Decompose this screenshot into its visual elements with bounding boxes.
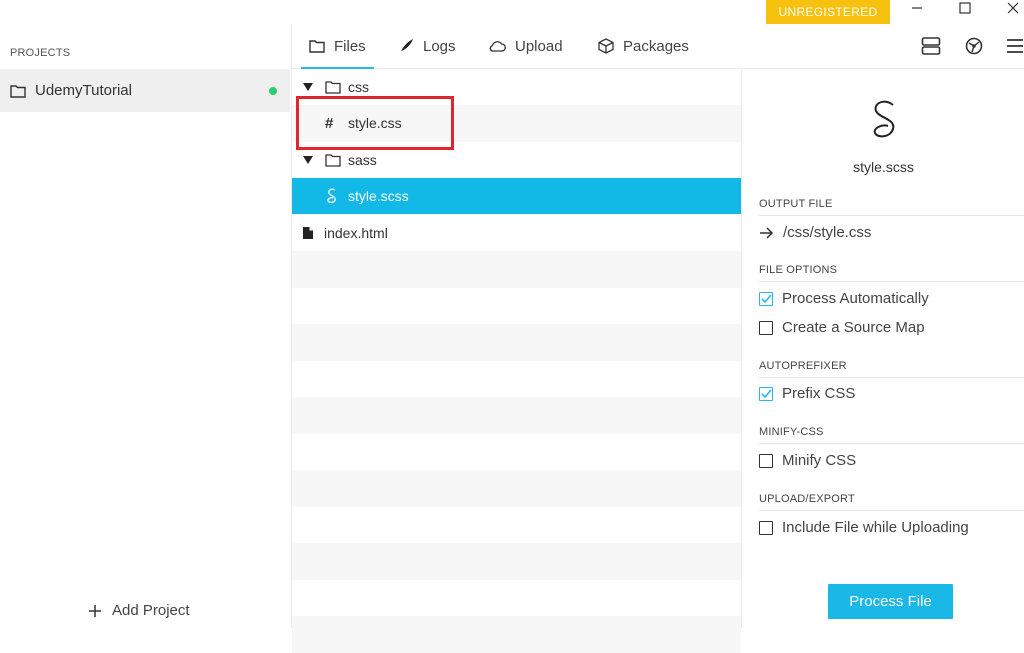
cloud-icon: [489, 41, 506, 52]
option-label: Prefix CSS: [782, 385, 856, 402]
tree-file-index-html[interactable]: index.html: [292, 215, 741, 251]
file-name: style.scss: [853, 159, 914, 175]
tab-logs[interactable]: Logs: [398, 24, 456, 68]
divider: [759, 281, 1024, 282]
tab-label: Upload: [515, 37, 563, 55]
checkbox-checked-icon: [759, 291, 773, 306]
option-label: Minify CSS: [782, 452, 857, 469]
section-output-file: OUTPUT FILE: [759, 198, 833, 210]
maximize-icon: [959, 2, 971, 14]
folder-icon: [10, 85, 26, 98]
include-upload-checkbox[interactable]: Include File while Uploading: [759, 519, 969, 536]
source-map-checkbox[interactable]: Create a Source Map: [759, 319, 925, 336]
section-upload-export: UPLOAD/EXPORT: [759, 493, 855, 505]
prefix-css-checkbox[interactable]: Prefix CSS: [759, 385, 855, 402]
minimize-icon: [912, 7, 922, 9]
checkbox-icon: [759, 320, 773, 335]
file-icon: [303, 227, 313, 239]
tree-stripe: [292, 251, 741, 288]
plus-icon: [89, 604, 101, 617]
folder-icon: [309, 40, 325, 53]
folder-icon: [325, 154, 341, 167]
projects-heading: PROJECTS: [10, 47, 71, 59]
tree-stripe: [292, 470, 741, 507]
tree-stripe: [292, 397, 741, 434]
option-label: Process Automatically: [782, 290, 929, 307]
arrow-right-icon: [760, 226, 774, 239]
minify-css-checkbox[interactable]: Minify CSS: [759, 452, 856, 469]
sass-icon: [873, 100, 895, 138]
quill-icon: [400, 39, 413, 53]
tree-file-style-scss[interactable]: style.scss: [292, 178, 741, 214]
tab-packages[interactable]: Packages: [598, 24, 689, 68]
tab-bar: Files Logs Upload Packages: [292, 24, 1024, 69]
divider: [759, 510, 1024, 511]
option-label: Create a Source Map: [782, 319, 925, 336]
close-icon: [1007, 2, 1019, 14]
file-details-panel: style.scss OUTPUT FILE /css/style.css FI…: [741, 69, 1024, 628]
checkbox-icon: [759, 453, 773, 468]
process-automatically-checkbox[interactable]: Process Automatically: [759, 290, 929, 307]
project-item[interactable]: UdemyTutorial: [0, 69, 290, 112]
tree-label: index.html: [324, 225, 388, 241]
file-tree: css # style.css sass style.scss index.ht…: [292, 69, 741, 653]
caret-down-icon: [303, 156, 313, 164]
menu-icon[interactable]: [1006, 36, 1024, 56]
close-button[interactable]: [998, 0, 1024, 16]
section-minify-css: MINIFY-CSS: [759, 426, 824, 438]
status-indicator: [269, 87, 277, 95]
tree-stripe: [292, 616, 741, 653]
project-name: UdemyTutorial: [35, 82, 132, 99]
checkbox-icon: [759, 520, 773, 535]
tree-label: sass: [348, 152, 377, 168]
output-path-label: /css/style.css: [783, 224, 872, 241]
tab-label: Packages: [623, 37, 689, 55]
minimize-button[interactable]: [902, 0, 932, 16]
divider: [759, 215, 1024, 216]
network-icon[interactable]: [964, 36, 984, 56]
package-icon: [598, 38, 614, 54]
section-autoprefixer: AUTOPREFIXER: [759, 360, 847, 372]
tab-label: Files: [334, 37, 366, 55]
folder-icon: [325, 81, 341, 94]
section-file-options: FILE OPTIONS: [759, 264, 838, 276]
tree-label: style.scss: [348, 188, 409, 204]
tree-stripe: [292, 324, 741, 361]
add-project-button[interactable]: Add Project: [88, 602, 190, 619]
unregistered-badge[interactable]: UNREGISTERED: [766, 0, 890, 24]
sidebar: PROJECTS UdemyTutorial Add Project: [0, 24, 292, 628]
sass-icon: [327, 188, 336, 204]
tab-files[interactable]: Files: [301, 24, 374, 69]
output-path[interactable]: /css/style.css: [759, 224, 871, 241]
divider: [759, 443, 1024, 444]
highlight-annotation: [296, 96, 454, 150]
caret-down-icon: [303, 83, 313, 91]
tree-stripe: [292, 543, 741, 580]
process-file-button[interactable]: Process File: [828, 584, 953, 619]
add-project-label: Add Project: [112, 602, 190, 619]
option-label: Include File while Uploading: [782, 519, 969, 536]
checkbox-checked-icon: [759, 386, 773, 401]
tab-upload[interactable]: Upload: [488, 24, 563, 68]
tree-label: css: [348, 79, 369, 95]
divider: [759, 377, 1024, 378]
tab-label: Logs: [423, 37, 456, 55]
maximize-button[interactable]: [950, 0, 980, 16]
server-icon[interactable]: [921, 36, 941, 56]
